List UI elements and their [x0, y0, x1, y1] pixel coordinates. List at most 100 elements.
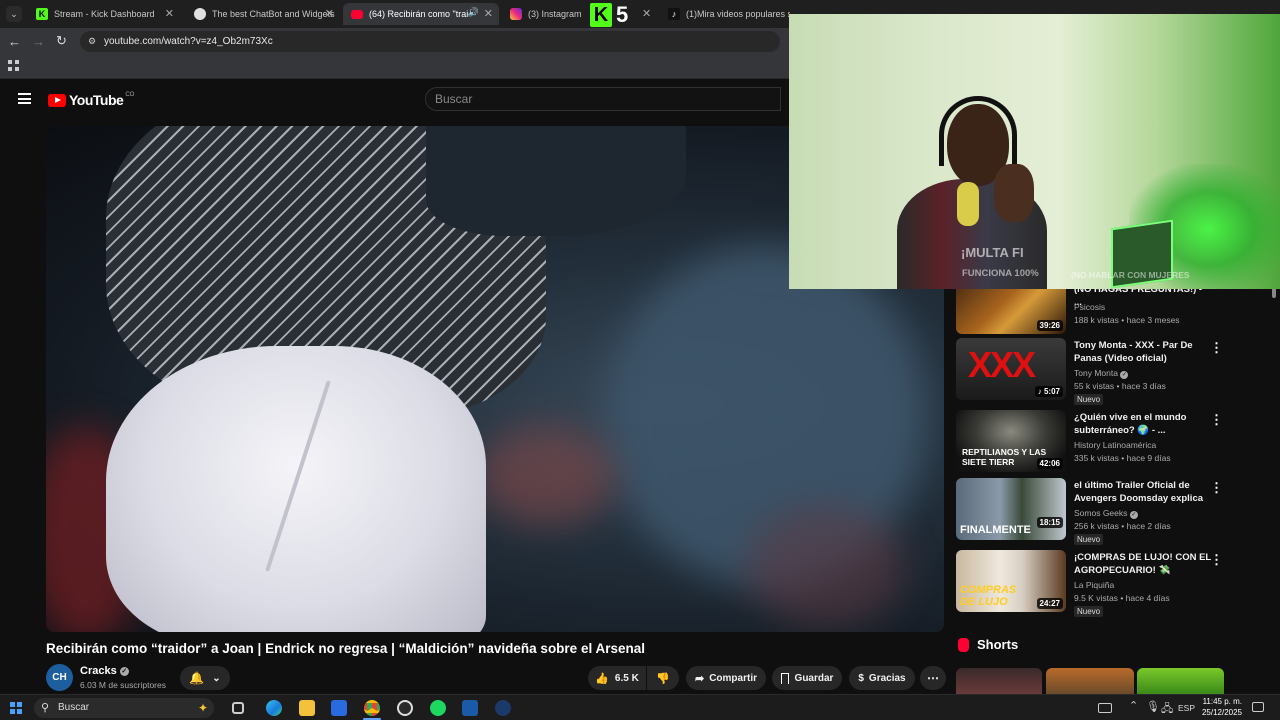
video-thumbnail[interactable]: FINALMENTE 18:15	[956, 478, 1066, 540]
taskbar-search[interactable]: ⚲ Buscar ✦	[34, 698, 214, 718]
duration-badge: 42:06	[1036, 458, 1063, 469]
save-button[interactable]: Guardar	[772, 666, 842, 690]
tab-chatbot[interactable]: The best ChatBot and Widgets ✕	[186, 3, 340, 25]
duration-badge: ♪ 5:07	[1034, 386, 1063, 397]
site-info-icon[interactable]: ⚙	[88, 31, 96, 52]
keyboard-icon[interactable]	[1098, 703, 1112, 713]
duration-badge: 39:26	[1036, 320, 1063, 331]
kick-overlay-logo: K 5	[590, 3, 638, 27]
chevron-up-icon[interactable]: ⌃	[1129, 699, 1138, 712]
youtube-logo[interactable]: YouTube CO	[48, 92, 134, 108]
video-frame-shirt-sleeve	[426, 126, 686, 236]
recommendation-title: el último Trailer Oficial de Avengers Do…	[1074, 480, 1204, 504]
sparkle-icon: ✦	[197, 701, 208, 715]
recommendation-title: ¡COMPRAS DE LUJO! CON EL AGROPECUARIO! 💸	[1074, 552, 1212, 576]
video-thumbnail[interactable]: XXX ♪ 5:07	[956, 338, 1066, 400]
more-vert-icon[interactable]: ⋮	[1210, 552, 1223, 568]
webcam-hand	[994, 164, 1034, 222]
tab-title: (3) Instagram	[528, 9, 582, 19]
clock[interactable]: 11:45 p. m. 25/12/2025	[1200, 697, 1242, 717]
app-icon[interactable]	[462, 700, 478, 716]
new-badge: Nuevo	[1074, 606, 1104, 617]
recommendation-item[interactable]: FINALMENTE 18:15 el último Trailer Ofici…	[956, 478, 1226, 545]
notification-icon[interactable]	[1252, 702, 1264, 712]
recommendation-meta: 256 k vistas • hace 2 días	[1074, 521, 1171, 531]
short-thumbnail[interactable]	[956, 668, 1042, 694]
duration-badge: 24:27	[1036, 598, 1063, 609]
url-text: youtube.com/watch?v=z4_Ob2m73Xc	[104, 36, 273, 47]
video-thumbnail[interactable]: REPTILIANOS Y LAS SIETE TIERR 42:06	[956, 410, 1066, 472]
recommendation-item[interactable]: COMPRAS DE LUJO 24:27 ¡COMPRAS DE LUJO! …	[956, 550, 1226, 617]
edge-icon[interactable]	[266, 700, 282, 716]
windows-taskbar: ⚲ Buscar ✦ ⌃ 🎙 🖧 ESP 11:45 p. m. 25/12/2…	[0, 694, 1280, 720]
share-button[interactable]: ➦ Compartir	[686, 666, 766, 690]
spotify-icon[interactable]	[430, 700, 446, 716]
obs-icon[interactable]	[397, 700, 413, 716]
search-input[interactable]: Buscar	[425, 87, 781, 111]
tab-instagram[interactable]: (3) Instagram	[502, 3, 590, 25]
chrome-icon[interactable]	[364, 700, 380, 716]
close-icon[interactable]: ✕	[484, 7, 493, 20]
video-thumbnail[interactable]: COMPRAS DE LUJO 24:27	[956, 550, 1066, 612]
share-label: Compartir	[709, 672, 757, 684]
dislike-button[interactable]: 👎	[647, 666, 679, 690]
language-indicator[interactable]: ESP	[1178, 703, 1195, 713]
chevron-down-icon: ⌄	[212, 672, 221, 684]
recommendation-channel: Tony Monta ✓	[1074, 368, 1129, 379]
close-icon[interactable]: ✕	[325, 7, 334, 20]
address-bar[interactable]: ⚙ youtube.com/watch?v=z4_Ob2m73Xc	[80, 31, 780, 52]
thanks-button[interactable]: $ Gracias	[849, 666, 915, 690]
youtube-wordmark: YouTube	[69, 92, 124, 108]
back-arrow-icon[interactable]: ←	[8, 34, 21, 49]
verified-check-icon: ✓	[1120, 371, 1129, 379]
short-thumbnail[interactable]	[1046, 668, 1134, 694]
thanks-label: Gracias	[868, 672, 906, 684]
channel-avatar[interactable]: CH	[46, 664, 73, 691]
tab-youtube-video[interactable]: (64) Recibirán como "traidc 🔊 ✕	[343, 3, 499, 25]
like-count: 6.5 K	[614, 672, 639, 684]
search-placeholder: Buscar	[435, 92, 473, 106]
more-actions-button[interactable]: ⋯	[920, 666, 946, 690]
tiktok-icon: ♪	[668, 8, 680, 20]
apps-grid-icon[interactable]	[8, 60, 19, 71]
subscriber-count: 6.03 M de suscriptores	[80, 680, 166, 690]
channel-avatar-initials: CH	[52, 672, 67, 683]
task-view-icon[interactable]	[232, 702, 244, 714]
tab-kick-dashboard[interactable]: K Stream - Kick Dashboard ✕	[28, 3, 180, 25]
tab-search-dropdown[interactable]: ⌄	[6, 6, 22, 22]
reload-icon[interactable]: ↻	[56, 33, 67, 49]
super-thanks-icon: $	[858, 672, 864, 684]
channel-name[interactable]: Cracks ✓	[80, 665, 129, 677]
share-arrow-icon: ➦	[694, 672, 705, 685]
close-icon[interactable]: ✕	[642, 7, 651, 20]
recommendation-meta: 188 k vistas • hace 3 meses	[1074, 315, 1180, 325]
windows-start-icon[interactable]	[10, 702, 22, 714]
webcam-overlay-text-3: (NO HABLAR CON MUJERES	[1071, 270, 1190, 280]
new-badge: Nuevo	[1074, 394, 1104, 405]
menu-hamburger-icon[interactable]	[18, 93, 31, 104]
short-thumbnail[interactable]	[1137, 668, 1224, 694]
more-vert-icon[interactable]: ⋮	[1210, 480, 1223, 496]
bell-icon: 🔔	[189, 671, 205, 685]
more-vert-icon[interactable]: ⋮	[1210, 340, 1223, 356]
close-icon[interactable]: ✕	[165, 7, 174, 20]
store-icon[interactable]	[331, 700, 347, 716]
tab-title: The best ChatBot and Widgets	[212, 9, 335, 19]
steam-icon[interactable]	[495, 700, 511, 716]
network-icon[interactable]: 🖧	[1161, 700, 1173, 719]
recommendation-title: ¿Quién vive en el mundo subterráneo? 🌍 -…	[1074, 412, 1187, 436]
tab-tiktok[interactable]: ♪ (1)Mira videos populares selec	[660, 3, 790, 25]
recommendation-item[interactable]: REPTILIANOS Y LAS SIETE TIERR 42:06 ¿Qui…	[956, 410, 1226, 474]
recommendation-item[interactable]: XXX ♪ 5:07 Tony Monta - XXX - Par De Pan…	[956, 338, 1226, 405]
subscribe-bell-button[interactable]: 🔔 ⌄	[180, 666, 230, 690]
thumbs-up-icon: 👍	[595, 672, 609, 685]
like-button[interactable]: 👍 6.5 K	[588, 666, 646, 690]
forward-arrow-icon[interactable]: →	[32, 34, 45, 49]
more-vert-icon[interactable]: ⋮	[1210, 412, 1223, 428]
microphone-icon	[957, 182, 979, 226]
file-explorer-icon[interactable]	[299, 700, 315, 716]
speaker-icon[interactable]: 🔊	[468, 7, 479, 18]
duration-badge: 18:15	[1036, 517, 1063, 528]
microphone-tray-icon[interactable]: 🎙	[1146, 700, 1160, 713]
headphones-icon	[939, 96, 1017, 166]
